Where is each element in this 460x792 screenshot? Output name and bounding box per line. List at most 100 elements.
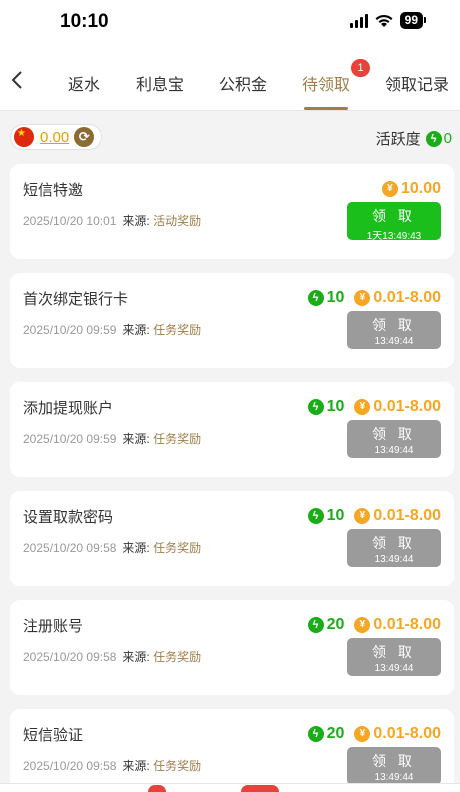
source-label: 来源:	[122, 214, 150, 228]
reward-value: ϟ 10 ¥ 0.01-8.00	[307, 289, 441, 307]
claim-button-label: 领 取	[372, 317, 416, 333]
reward-value: ¥ 10.00	[372, 180, 441, 198]
reward-source: 任务奖励	[153, 541, 202, 555]
claim-button-label: 领 取	[372, 644, 416, 660]
wallet-balance[interactable]: 0.00 ⟳	[10, 124, 102, 150]
reward-card: 首次绑定银行卡 2025/10/20 09:59 来源: 任务奖励 ϟ 10 ¥ …	[10, 273, 454, 368]
reward-points: 10	[326, 507, 345, 524]
tab-provident-fund[interactable]: 公积金	[219, 71, 267, 95]
claim-countdown: 13:49:44	[374, 445, 414, 456]
claim-button-label: 领 取	[372, 753, 416, 769]
reward-meta: 2025/10/20 10:01 来源: 活动奖励	[23, 212, 201, 229]
bottom-nav	[0, 783, 460, 792]
reward-date: 2025/10/20 09:59	[23, 432, 117, 446]
reward-source: 任务奖励	[153, 650, 202, 664]
reward-title: 首次绑定银行卡	[23, 291, 129, 308]
reward-date: 2025/10/20 10:01	[23, 214, 117, 228]
battery-icon: 99	[399, 12, 427, 29]
refresh-icon[interactable]: ⟳	[74, 127, 95, 147]
claim-button[interactable]: 领 取 13:49:44	[347, 311, 441, 349]
reward-amount: 0.01-8.00	[373, 398, 441, 415]
reward-value: ϟ 20 ¥ 0.01-8.00	[307, 725, 441, 743]
claim-button[interactable]: 领 取 13:49:44	[347, 529, 441, 567]
reward-date: 2025/10/20 09:58	[23, 759, 117, 773]
reward-amount: 0.01-8.00	[373, 507, 441, 524]
reward-title: 设置取款密码	[23, 509, 114, 526]
reward-points: 20	[326, 725, 345, 742]
reward-amount: 0.01-8.00	[373, 289, 441, 306]
claim-button[interactable]: 领 取 13:49:44	[347, 420, 441, 458]
claim-button-label: 领 取	[372, 426, 416, 442]
tab-rebate[interactable]: 返水	[68, 71, 100, 95]
status-bar: 10:10 99	[0, 0, 460, 48]
claim-countdown: 1天13:49:43	[366, 231, 422, 242]
reward-amount: 0.01-8.00	[373, 616, 441, 633]
reward-date: 2025/10/20 09:59	[23, 323, 117, 337]
coin-icon: ¥	[354, 617, 371, 633]
reward-meta: 2025/10/20 09:58 来源: 任务奖励	[23, 539, 201, 556]
status-time: 10:10	[60, 11, 109, 32]
signal-icon	[349, 13, 368, 28]
activity-score: 活跃度 ϟ 0	[376, 128, 452, 149]
lightning-icon: ϟ	[425, 130, 442, 147]
coin-icon: ¥	[381, 181, 398, 197]
reward-source: 任务奖励	[153, 759, 202, 773]
reward-source: 任务奖励	[153, 432, 202, 446]
china-flag-icon	[14, 127, 34, 147]
reward-card: 注册账号 2025/10/20 09:58 来源: 任务奖励 ϟ 20 ¥ 0.0…	[10, 600, 454, 695]
tab-pending-badge: 1	[351, 59, 370, 77]
source-label: 来源:	[122, 759, 150, 773]
claim-button[interactable]: 领 取 13:49:44	[347, 747, 441, 785]
lightning-icon: ϟ	[307, 617, 324, 633]
tab-claim-history[interactable]: 领取记录	[385, 71, 449, 95]
reward-source: 活动奖励	[153, 214, 202, 228]
reward-date: 2025/10/20 09:58	[23, 650, 117, 664]
reward-title: 短信特邀	[23, 182, 84, 199]
claim-button-label: 领 取	[372, 535, 416, 551]
reward-title: 注册账号	[23, 618, 84, 635]
tab-pending[interactable]: 待领取	[302, 71, 350, 95]
tab-interest[interactable]: 利息宝	[136, 71, 184, 95]
lightning-icon: ϟ	[307, 290, 324, 306]
reward-card: 设置取款密码 2025/10/20 09:58 来源: 任务奖励 ϟ 10 ¥ 0…	[10, 491, 454, 586]
activity-label: 活跃度	[375, 131, 421, 148]
reward-title: 短信验证	[23, 727, 84, 744]
claim-countdown: 13:49:44	[374, 772, 414, 783]
bottom-nav-badge	[148, 785, 166, 792]
source-label: 来源:	[122, 432, 150, 446]
reward-meta: 2025/10/20 09:59 来源: 任务奖励	[23, 321, 201, 338]
source-label: 来源:	[122, 541, 150, 555]
balance-amount: 0.00	[40, 128, 70, 146]
source-label: 来源:	[122, 323, 150, 337]
reward-title: 添加提现账户	[23, 400, 114, 417]
lightning-icon: ϟ	[307, 726, 324, 742]
back-arrow-icon[interactable]	[8, 68, 28, 92]
reward-meta: 2025/10/20 09:59 来源: 任务奖励	[23, 430, 201, 447]
claim-countdown: 13:49:44	[374, 663, 414, 674]
coin-icon: ¥	[354, 290, 371, 306]
reward-value: ϟ 20 ¥ 0.01-8.00	[307, 616, 441, 634]
source-label: 来源:	[122, 650, 150, 664]
reward-source: 任务奖励	[153, 323, 202, 337]
claim-countdown: 13:49:44	[374, 554, 414, 565]
claim-button[interactable]: 领 取 13:49:44	[347, 638, 441, 676]
claim-countdown: 13:49:44	[374, 336, 414, 347]
reward-date: 2025/10/20 09:58	[23, 541, 117, 555]
wifi-icon	[375, 14, 393, 27]
reward-meta: 2025/10/20 09:58 来源: 任务奖励	[23, 757, 201, 774]
reward-meta: 2025/10/20 09:58 来源: 任务奖励	[23, 648, 201, 665]
status-icons: 99	[349, 12, 427, 29]
reward-points: 20	[326, 616, 345, 633]
coin-icon: ¥	[354, 726, 371, 742]
reward-points: 10	[326, 398, 345, 415]
reward-card: 短信验证 2025/10/20 09:58 来源: 任务奖励 ϟ 20 ¥ 0.0…	[10, 709, 454, 792]
claim-button[interactable]: 领 取 1天13:49:43	[347, 202, 441, 242]
coin-icon: ¥	[354, 508, 371, 524]
lightning-icon: ϟ	[307, 399, 324, 415]
active-tab-underline	[304, 107, 348, 110]
reward-amount: 10.00	[400, 180, 441, 197]
reward-card: 添加提现账户 2025/10/20 09:59 来源: 任务奖励 ϟ 10 ¥ 0…	[10, 382, 454, 477]
reward-value: ϟ 10 ¥ 0.01-8.00	[307, 398, 441, 416]
claim-button-label: 领 取	[372, 208, 416, 224]
reward-card: 短信特邀 2025/10/20 10:01 来源: 活动奖励 ¥ 10.00 领 …	[10, 164, 454, 259]
